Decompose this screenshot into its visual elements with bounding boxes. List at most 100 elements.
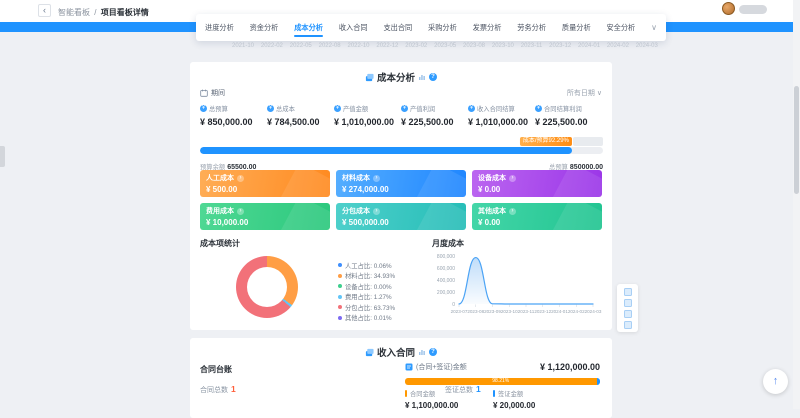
- back-to-top-button[interactable]: ↑: [763, 369, 788, 394]
- coin-icon: ¥: [200, 105, 207, 112]
- amount-icon: [405, 363, 413, 371]
- cost-card[interactable]: 材料成本› ¥ 274,000.00: [336, 170, 466, 197]
- donut-chart-title: 成本项统计: [200, 238, 240, 249]
- monthly-x-label: 2023-10: [501, 309, 518, 314]
- bg-date: 2023-10: [492, 43, 514, 49]
- cost-card[interactable]: 设备成本› ¥ 0.00: [472, 170, 602, 197]
- arrow-right-icon: ›: [237, 175, 244, 182]
- stat-label: 收入合同结算: [477, 104, 515, 113]
- tool-icon[interactable]: [624, 321, 632, 329]
- chevron-down-icon: ∨: [597, 89, 602, 97]
- help-icon[interactable]: ?: [429, 348, 437, 356]
- amount-label: (合同+签证)金额: [416, 362, 467, 372]
- chart-mini-icon[interactable]: [418, 73, 426, 81]
- cost-card-label: 材料成本: [342, 173, 370, 183]
- user-avatar[interactable]: [722, 2, 735, 15]
- tab-cost-analysis[interactable]: 成本分析: [294, 14, 323, 41]
- stat-label: 产值金额: [343, 104, 368, 113]
- donut-legend-dot: [338, 305, 342, 309]
- cost-cards-grid: 人工成本› ¥ 500.00 材料成本› ¥ 274,000.00 设备成本› …: [200, 170, 602, 230]
- contract-amount-bar: 98.21%: [405, 378, 600, 385]
- tab-invoice-analysis[interactable]: 发票分析: [473, 14, 502, 41]
- budget-badge: 成本/预算92.29%: [520, 137, 572, 146]
- cost-stats-row: ¥总预算 ¥ 850,000.00 ¥总成本 ¥ 784,500.00 ¥产值金…: [200, 104, 602, 127]
- legend-label: 费用占比:: [345, 294, 372, 301]
- legend-label: 材料占比:: [345, 273, 372, 280]
- cost-card[interactable]: 费用成本› ¥ 10,000.00: [200, 203, 330, 230]
- help-icon[interactable]: ?: [429, 73, 437, 81]
- cost-card-value: ¥ 500,000.00: [342, 218, 460, 227]
- donut-legend-dot: [338, 274, 342, 278]
- monthly-x-label: 2023-11: [518, 309, 535, 314]
- tab-quality-analysis[interactable]: 质量分析: [562, 14, 591, 41]
- calendar-icon: [200, 89, 208, 97]
- arrow-up-icon: ↑: [773, 375, 779, 387]
- amount-row: (合同+签证)金额 ¥ 1,120,000.00: [405, 362, 600, 372]
- bg-date: 2024-03: [636, 43, 658, 49]
- collapsed-sidebar-handle[interactable]: [0, 146, 5, 167]
- y-tick: 800,000: [437, 254, 455, 260]
- monthly-x-label: 2023-12: [534, 309, 551, 314]
- budget-progress-track: [200, 147, 603, 154]
- tool-icon[interactable]: [624, 310, 632, 318]
- cost-card-value: ¥ 500.00: [206, 185, 324, 194]
- monthly-x-label: 2024-01: [551, 309, 568, 314]
- monthly-x-label: 2023-08: [467, 309, 484, 314]
- legend-value: 0.01%: [374, 315, 392, 322]
- income-legend: 合同金额 ¥ 1,100,000.00 签证金额 ¥ 20,000.00: [405, 389, 600, 411]
- breadcrumb-root[interactable]: 智能看板: [58, 8, 90, 17]
- bg-date: 2023-05: [434, 43, 456, 49]
- bg-date: 2022-08: [319, 43, 341, 49]
- stat-value: ¥ 225,500.00: [535, 117, 602, 127]
- period-label-group: 期间: [200, 88, 225, 98]
- period-filter-row: 期间 所有日期 ∨: [200, 88, 602, 98]
- tool-icon[interactable]: [624, 299, 632, 307]
- contract-count-value: 1: [231, 384, 236, 394]
- cost-card[interactable]: 人工成本› ¥ 500.00: [200, 170, 330, 197]
- bg-date: 2022-10: [348, 43, 370, 49]
- tab-expense-contract[interactable]: 支出合同: [383, 14, 412, 41]
- donut-legend: 人工占比: 0.06% 材料占比: 34.93% 设备占比: 0.00% 费用占…: [338, 260, 395, 323]
- date-filter-value: 所有日期: [567, 88, 595, 98]
- monthly-x-label: 2023-07: [451, 309, 468, 314]
- contract-progress-fill: 98.21%: [405, 378, 597, 385]
- bar-percent-label: 98.21%: [492, 378, 509, 384]
- chevron-down-icon[interactable]: ∨: [651, 23, 657, 32]
- bg-date: 2023-12: [549, 43, 571, 49]
- tab-labor-analysis[interactable]: 劳务分析: [517, 14, 546, 41]
- tab-fund-analysis[interactable]: 资金分析: [250, 14, 279, 41]
- ledger-title: 合同台账: [200, 364, 232, 375]
- cost-analysis-panel: 成本分析 ? 期间 所有日期 ∨ ¥总预算 ¥ 850,000.00 ¥总成本 …: [190, 62, 612, 330]
- period-label: 期间: [211, 88, 225, 98]
- tab-income-contract[interactable]: 收入合同: [339, 14, 368, 41]
- cost-card-value: ¥ 0.00: [478, 185, 596, 194]
- tool-icon[interactable]: [624, 288, 632, 296]
- cost-card[interactable]: 其他成本› ¥ 0.00: [472, 203, 602, 230]
- coin-icon: ¥: [401, 105, 408, 112]
- tab-safety-analysis[interactable]: 安全分析: [606, 14, 635, 41]
- stat-total-budget: ¥总预算 ¥ 850,000.00: [200, 104, 267, 127]
- tab-procurement-analysis[interactable]: 采购分析: [428, 14, 457, 41]
- scrollbar-thumb[interactable]: [794, 86, 799, 194]
- y-tick: 600,000: [437, 266, 455, 272]
- legend-item: 设备占比: 0.00%: [338, 281, 395, 292]
- user-name-placeholder: [739, 5, 767, 14]
- date-filter-dropdown[interactable]: 所有日期 ∨: [567, 88, 602, 98]
- cost-card-label: 其他成本: [478, 206, 506, 216]
- coin-icon: ¥: [267, 105, 274, 112]
- legend-value: 0.06%: [374, 263, 392, 270]
- donut-chart: [236, 256, 298, 318]
- back-button[interactable]: ‹: [38, 4, 51, 17]
- cost-section-header: 成本分析 ?: [190, 70, 612, 84]
- floating-toolbar: [617, 284, 638, 332]
- legend-item: 人工占比: 0.06%: [338, 260, 395, 271]
- arrow-right-icon: ›: [373, 208, 380, 215]
- bg-date: 2023-02: [405, 43, 427, 49]
- bg-date: 2023-08: [463, 43, 485, 49]
- cost-card[interactable]: 分包成本› ¥ 500,000.00: [336, 203, 466, 230]
- donut-legend-dot: [338, 284, 342, 288]
- chart-mini-icon[interactable]: [418, 348, 426, 356]
- tab-progress-analysis[interactable]: 进度分析: [205, 14, 234, 41]
- stat-label: 合同结算利润: [544, 104, 582, 113]
- coin-icon: ¥: [334, 105, 341, 112]
